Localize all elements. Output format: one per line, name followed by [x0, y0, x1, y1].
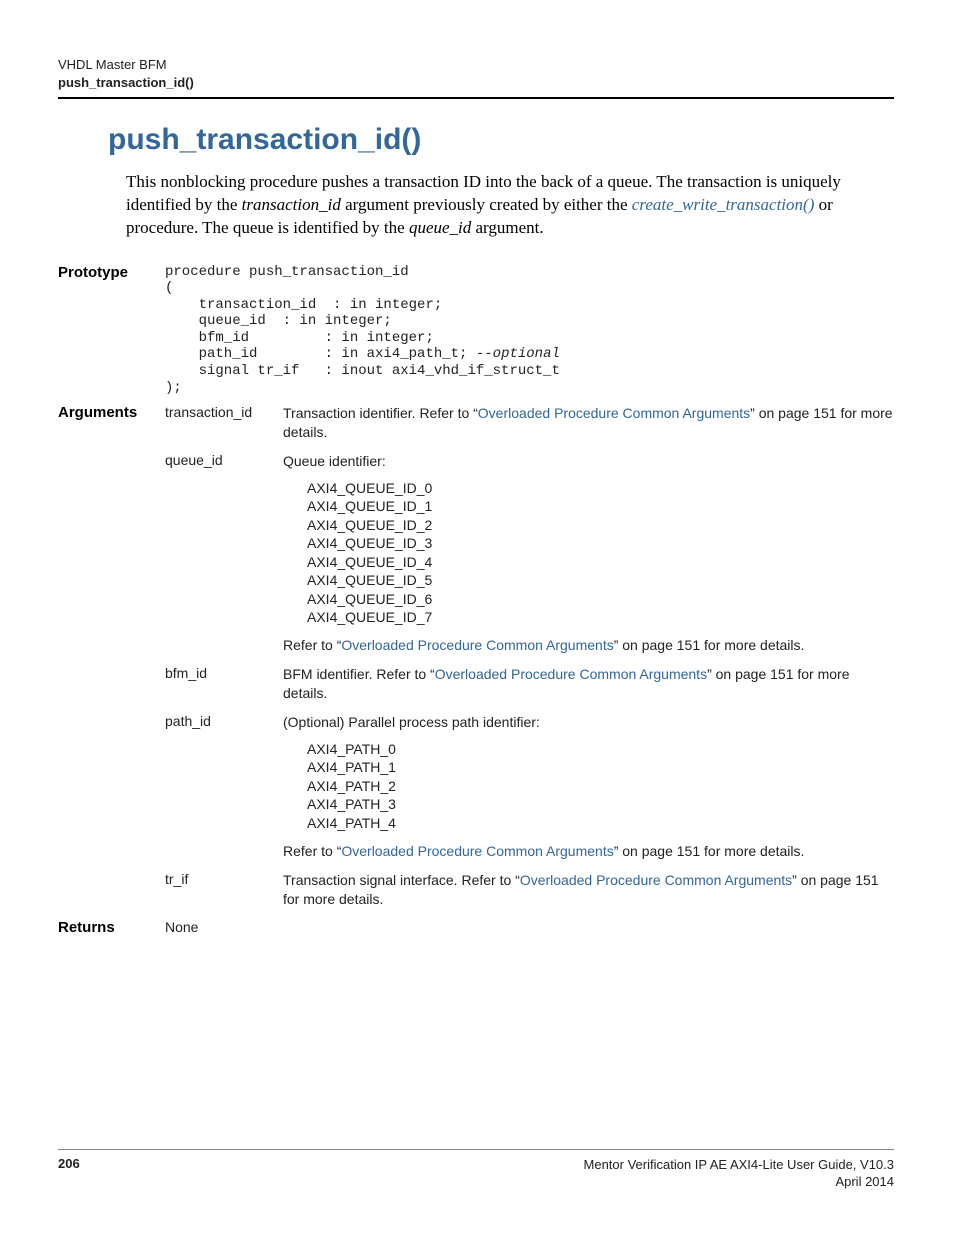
arg-desc-bfm-id: BFM identifier. Refer to “Overloaded Pro…: [283, 665, 894, 703]
arg-name-tr-if: tr_if: [165, 871, 283, 909]
overloaded-procedure-link[interactable]: Overloaded Procedure Common Arguments: [341, 843, 613, 859]
prototype-code: procedure push_transaction_id ( transact…: [165, 264, 894, 396]
arg-desc-transaction-id: Transaction identifier. Refer to “Overlo…: [283, 404, 894, 442]
page-number: 206: [58, 1156, 80, 1191]
page-header: VHDL Master BFM push_transaction_id(): [58, 56, 894, 99]
page-footer: 206 Mentor Verification IP AE AXI4-Lite …: [58, 1149, 894, 1191]
queue-id-enum: AXI4_QUEUE_ID_0 AXI4_QUEUE_ID_1 AXI4_QUE…: [307, 479, 894, 627]
arg-desc-tr-if: Transaction signal interface. Refer to “…: [283, 871, 894, 909]
returns-label: Returns: [58, 919, 165, 936]
arg-name-queue-id: queue_id: [165, 452, 283, 656]
create-write-transaction-link[interactable]: create_write_transaction(): [632, 195, 815, 214]
prototype-label: Prototype: [58, 264, 165, 404]
intro-paragraph: This nonblocking procedure pushes a tran…: [126, 171, 894, 240]
intro-italic-arg: queue_id: [409, 218, 471, 237]
overloaded-procedure-link[interactable]: Overloaded Procedure Common Arguments: [435, 666, 707, 682]
spec-table: Prototype procedure push_transaction_id …: [58, 264, 894, 936]
arg-name-bfm-id: bfm_id: [165, 665, 283, 703]
header-line-2: push_transaction_id(): [58, 74, 894, 92]
header-line-1: VHDL Master BFM: [58, 56, 894, 74]
arg-desc-queue-id: Queue identifier: AXI4_QUEUE_ID_0 AXI4_Q…: [283, 452, 894, 656]
arg-desc-path-id: (Optional) Parallel process path identif…: [283, 713, 894, 861]
path-id-enum: AXI4_PATH_0 AXI4_PATH_1 AXI4_PATH_2 AXI4…: [307, 740, 894, 832]
arg-name-path-id: path_id: [165, 713, 283, 861]
arguments-label: Arguments: [58, 404, 165, 442]
footer-doc-title: Mentor Verification IP AE AXI4-Lite User…: [584, 1156, 894, 1174]
page-title: push_transaction_id(): [108, 123, 894, 157]
overloaded-procedure-link[interactable]: Overloaded Procedure Common Arguments: [520, 872, 792, 888]
overloaded-procedure-link[interactable]: Overloaded Procedure Common Arguments: [478, 405, 750, 421]
intro-italic-arg: transaction_id: [242, 195, 341, 214]
intro-text: argument previously created by either th…: [341, 195, 632, 214]
footer-date: April 2014: [584, 1173, 894, 1191]
returns-value: None: [165, 919, 283, 936]
intro-text: argument.: [471, 218, 543, 237]
arg-name-transaction-id: transaction_id: [165, 404, 283, 442]
overloaded-procedure-link[interactable]: Overloaded Procedure Common Arguments: [341, 637, 613, 653]
